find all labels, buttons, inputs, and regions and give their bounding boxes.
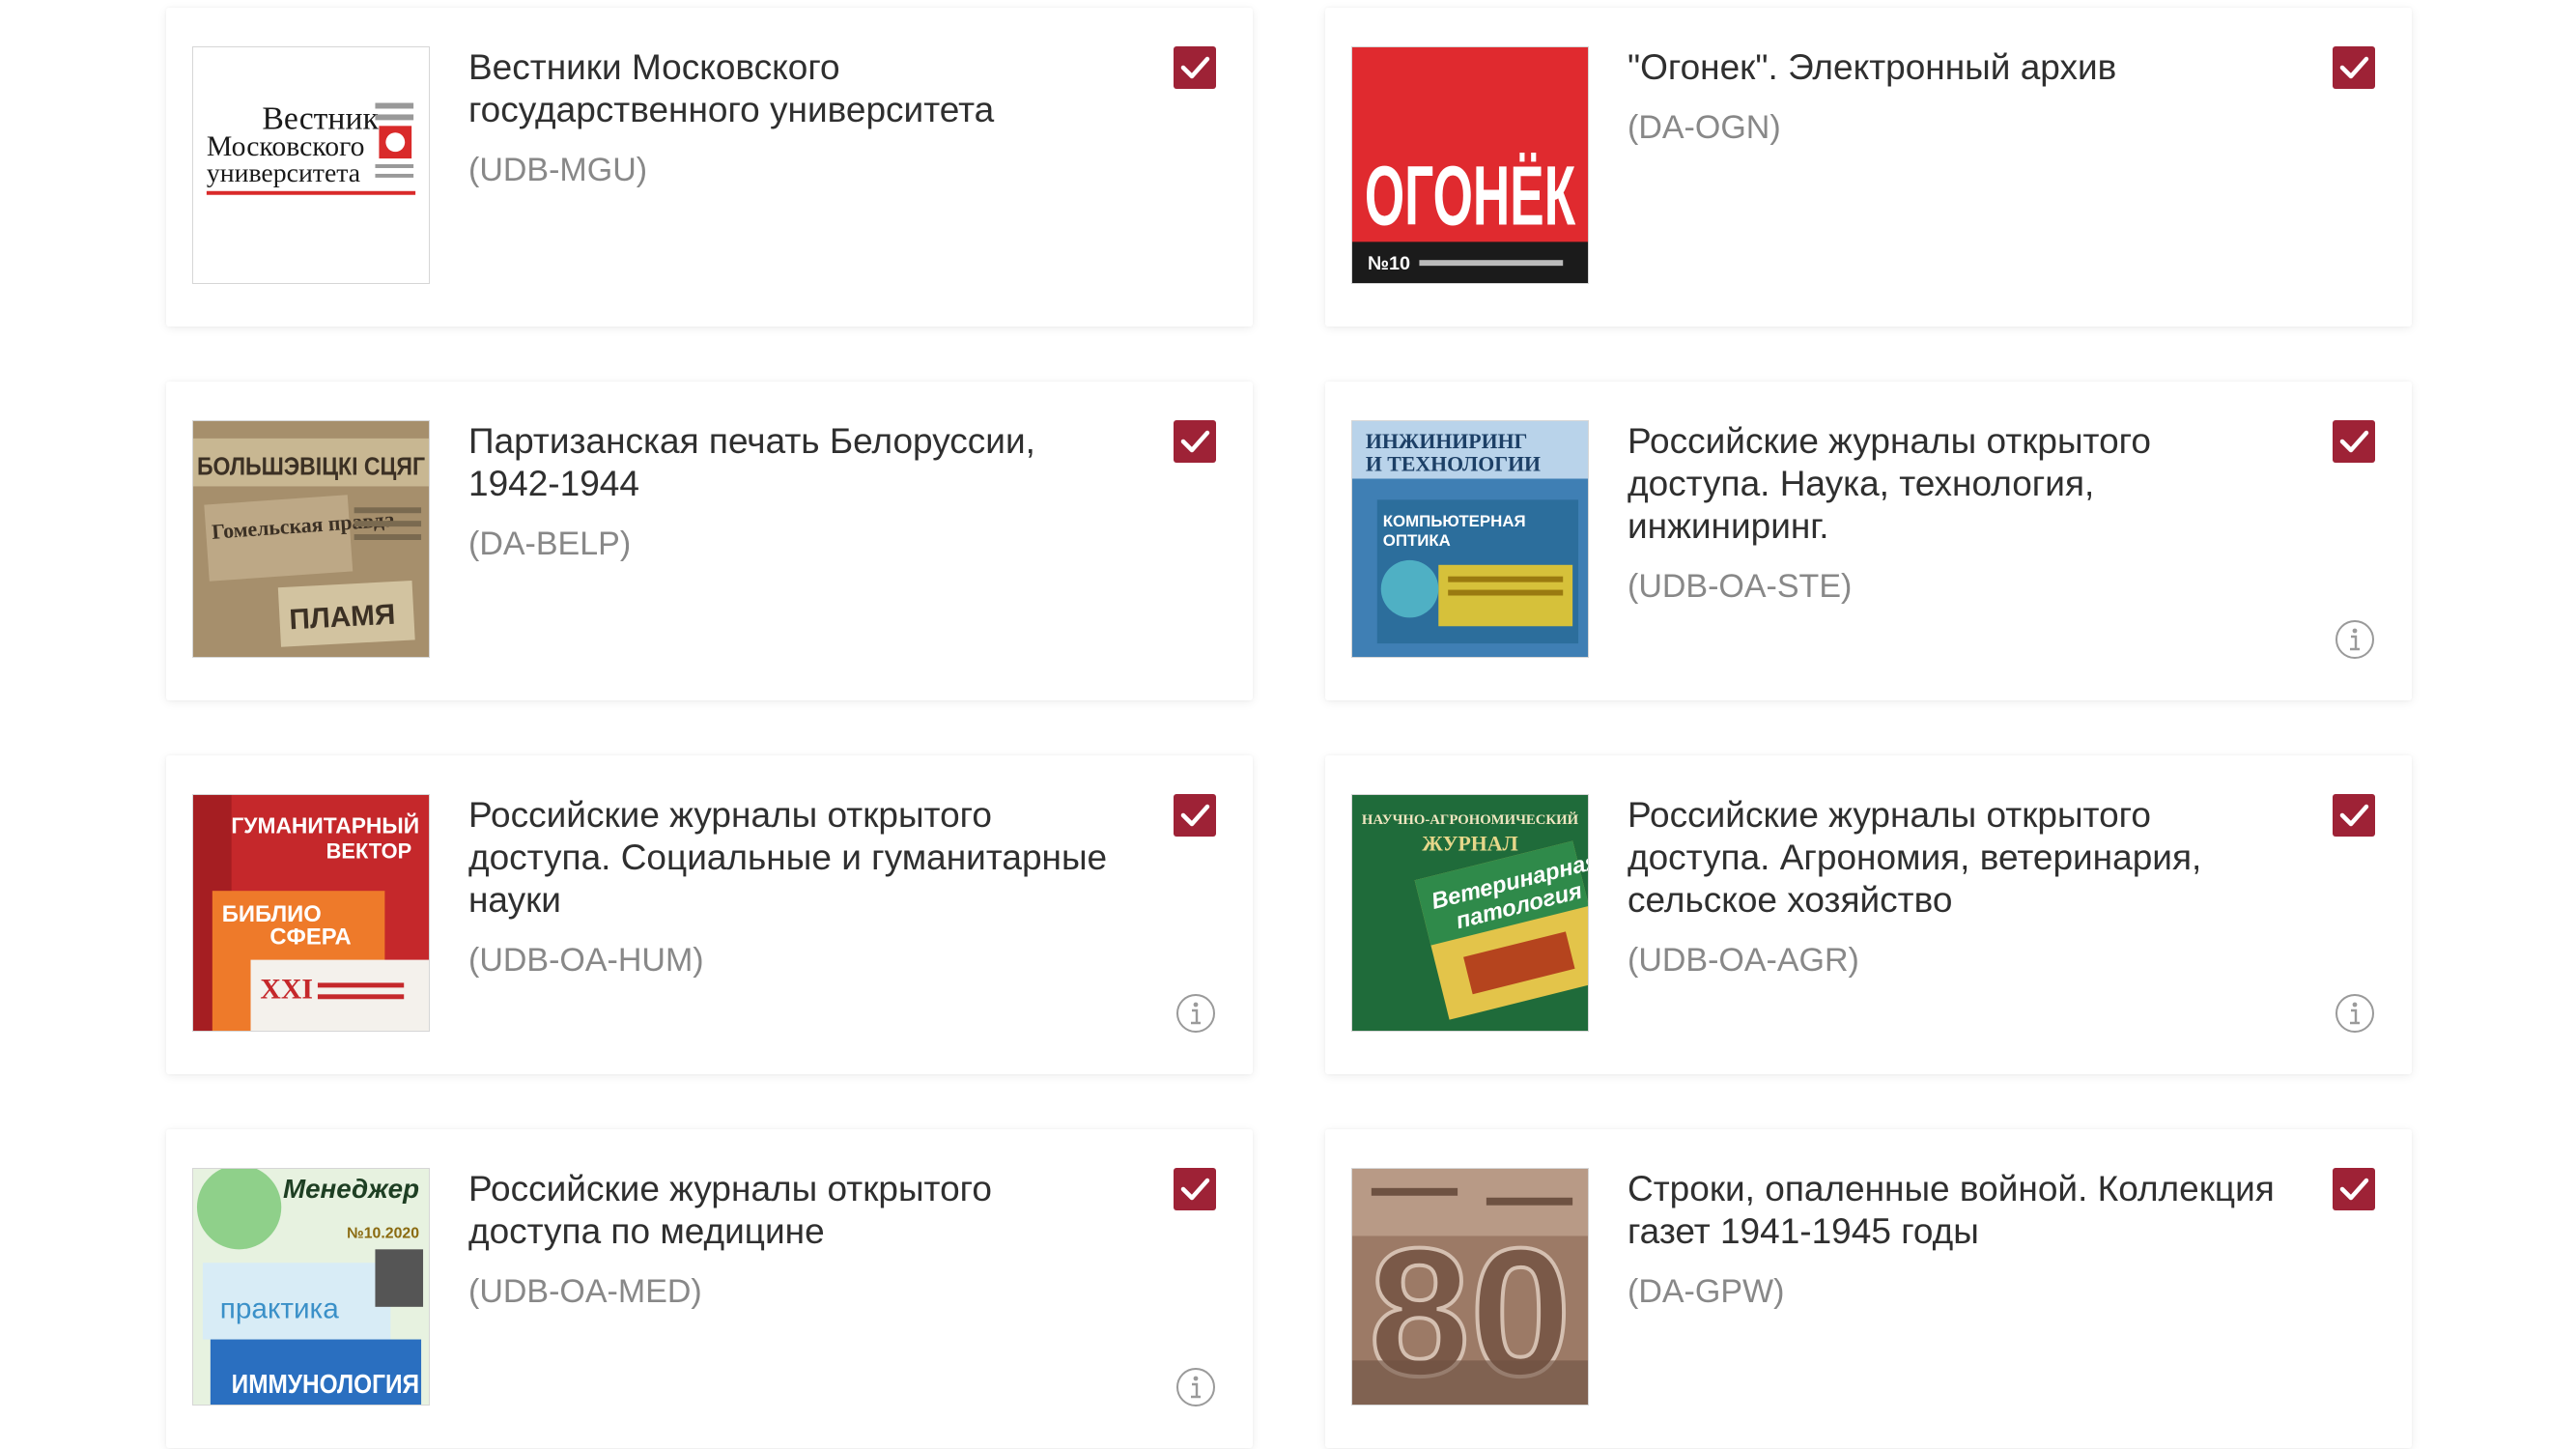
- thumb-text: НАУЧНО-АГРОНОМИЧЕСКИЙ: [1362, 811, 1579, 828]
- collection-title: "Огонек". Электронный архив (DA-OGN): [1628, 46, 2323, 147]
- collection-title: Российские журналы открытого доступа. Со…: [468, 794, 1164, 980]
- thumb-text: ИММУНОЛОГИЯ: [232, 1369, 419, 1399]
- collection-checkbox[interactable]: [1174, 420, 1216, 463]
- partisan-newspapers-icon[interactable]: БОЛЬШЭВІЦКІ СЦЯГ Гомельская правда ПЛАМЯ: [192, 420, 430, 658]
- collection-title: Российские журналы открытого доступа. Аг…: [1628, 794, 2323, 980]
- collection-card[interactable]: Менеджер №10.2020 практика ИММУНОЛОГИЯ Р…: [166, 1129, 1253, 1448]
- collection-code: (DA-GPW): [1628, 1273, 1785, 1310]
- collection-card[interactable]: ИНЖИНИРИНГ И ТЕХНОЛОГИИ КОМПЬЮТЕРНАЯ ОПТ…: [1325, 382, 2412, 700]
- collection-checkbox[interactable]: [2333, 46, 2375, 89]
- thumb-text: ОПТИКА: [1383, 531, 1451, 550]
- thumb-text: XXI: [260, 973, 313, 1005]
- info-button[interactable]: [1175, 1367, 1216, 1407]
- collection-checkbox[interactable]: [1174, 46, 1216, 89]
- info-button[interactable]: [2335, 993, 2375, 1034]
- collection-checkbox[interactable]: [1174, 1168, 1216, 1210]
- war-newspapers-80-icon[interactable]: 80: [1351, 1168, 1589, 1406]
- thumb-text: ВЕКТОР: [326, 838, 411, 863]
- collections-grid: Вестник Московского университета Вестник…: [0, 0, 2576, 1449]
- thumb-text: ЖУРНАЛ: [1422, 833, 1518, 856]
- collection-checkbox[interactable]: [2333, 1168, 2375, 1210]
- thumb-text: ГУМАНИТАРНЫЙ: [231, 813, 419, 838]
- thumb-text: СФЕРА: [269, 924, 351, 951]
- collection-code: (UDB-OA-HUM): [468, 942, 704, 979]
- collection-title-text: Российские журналы открытого доступа. На…: [1628, 421, 2151, 546]
- collection-title-text: Российские журналы открытого доступа по …: [468, 1169, 992, 1251]
- thumb-text: практика: [220, 1293, 339, 1325]
- thumb-text: Менеджер: [283, 1174, 419, 1204]
- checkmark-icon: [1180, 430, 1210, 453]
- collection-code: (UDB-MGU): [468, 152, 648, 188]
- collection-title: Партизанская печать Белоруссии, 1942-194…: [468, 420, 1164, 563]
- medicine-journals-icon[interactable]: Менеджер №10.2020 практика ИММУНОЛОГИЯ: [192, 1168, 430, 1406]
- collection-checkbox[interactable]: [2333, 794, 2375, 837]
- thumb-text: ПЛАМЯ: [289, 599, 396, 637]
- info-icon: [2335, 620, 2374, 659]
- checkmark-icon: [2339, 56, 2369, 79]
- collection-code: (UDB-OA-AGR): [1628, 942, 1859, 979]
- thumb-text: И ТЕХНОЛОГИИ: [1366, 453, 1541, 476]
- info-button[interactable]: [2335, 619, 2375, 660]
- collection-code: (DA-OGN): [1628, 109, 1781, 146]
- info-button[interactable]: [1175, 993, 1216, 1034]
- thumb-text: КОМПЬЮТЕРНАЯ: [1383, 512, 1526, 530]
- collection-card[interactable]: 80 Строки, опаленные войной. Коллекция г…: [1325, 1129, 2412, 1448]
- info-icon: [1176, 1368, 1215, 1406]
- thumb-text: ОГОНЁК: [1365, 149, 1576, 242]
- thumb-text: ИНЖИНИРИНГ: [1366, 430, 1528, 453]
- collection-title-text: Вестники Московского государственного ун…: [468, 47, 995, 129]
- collection-title-text: Строки, опаленные войной. Коллекция газе…: [1628, 1169, 2275, 1251]
- collection-card[interactable]: ОГОНЁК №10 "Огонек". Электронный архив (D…: [1325, 8, 2412, 327]
- humanities-journals-icon[interactable]: ГУМАНИТАРНЫЙ ВЕКТОР БИБЛИО СФЕРА XXI: [192, 794, 430, 1032]
- checkmark-icon: [2339, 1178, 2369, 1201]
- collection-title-text: "Огонек". Электронный архив: [1628, 47, 2117, 87]
- collection-title: Вестники Московского государственного ун…: [468, 46, 1164, 189]
- engineering-journals-icon[interactable]: ИНЖИНИРИНГ И ТЕХНОЛОГИИ КОМПЬЮТЕРНАЯ ОПТ…: [1351, 420, 1589, 658]
- collection-checkbox[interactable]: [1174, 794, 1216, 837]
- collection-title: Строки, опаленные войной. Коллекция газе…: [1628, 1168, 2323, 1311]
- collection-title: Российские журналы открытого доступа по …: [468, 1168, 1164, 1311]
- collection-title-text: Российские журналы открытого доступа. Со…: [468, 795, 1108, 920]
- thumb-text: №10.2020: [347, 1225, 419, 1241]
- collection-code: (DA-BELP): [468, 526, 632, 562]
- collection-card[interactable]: НАУЧНО-АГРОНОМИЧЕСКИЙ ЖУРНАЛ Ветеринарна…: [1325, 755, 2412, 1074]
- thumb-text: БОЛЬШЭВІЦКІ СЦЯГ: [197, 454, 425, 481]
- checkmark-icon: [1180, 1178, 1210, 1201]
- thumb-text: университета: [207, 158, 360, 188]
- collection-title-text: Российские журналы открытого доступа. Аг…: [1628, 795, 2202, 920]
- info-icon: [2335, 994, 2374, 1033]
- checkmark-icon: [1180, 804, 1210, 827]
- thumb-text: №10: [1368, 253, 1410, 274]
- vestnik-mgu-cover-icon[interactable]: Вестник Московского университета: [192, 46, 430, 284]
- collection-title: Российские журналы открытого доступа. На…: [1628, 420, 2323, 606]
- collection-card[interactable]: Вестник Московского университета Вестник…: [166, 8, 1253, 327]
- collection-card[interactable]: ГУМАНИТАРНЫЙ ВЕКТОР БИБЛИО СФЕРА XXI Рос…: [166, 755, 1253, 1074]
- checkmark-icon: [2339, 430, 2369, 453]
- checkmark-icon: [2339, 804, 2369, 827]
- agronomy-journals-icon[interactable]: НАУЧНО-АГРОНОМИЧЕСКИЙ ЖУРНАЛ Ветеринарна…: [1351, 794, 1589, 1032]
- ogonek-cover-icon[interactable]: ОГОНЁК №10: [1351, 46, 1589, 284]
- collection-title-text: Партизанская печать Белоруссии, 1942-194…: [468, 421, 1035, 503]
- collection-card[interactable]: БОЛЬШЭВІЦКІ СЦЯГ Гомельская правда ПЛАМЯ…: [166, 382, 1253, 700]
- collection-code: (UDB-OA-STE): [1628, 568, 1853, 605]
- collection-checkbox[interactable]: [2333, 420, 2375, 463]
- checkmark-icon: [1180, 56, 1210, 79]
- collection-code: (UDB-OA-MED): [468, 1273, 702, 1310]
- info-icon: [1176, 994, 1215, 1033]
